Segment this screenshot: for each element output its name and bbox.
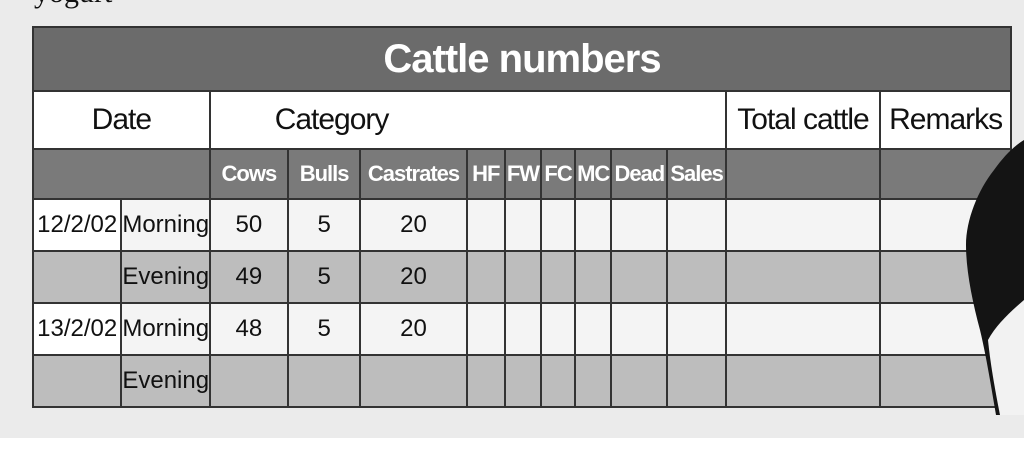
date-cell: 12/2/02 [31,198,123,252]
category-header: Category [208,90,727,150]
value-cell [539,354,577,408]
top-cropped-text: yogurt [34,0,112,8]
value-cell [465,250,506,304]
cattle-numbers-table: Cattle numbers Date Category Total cattl… [31,26,1012,408]
total-cell [724,302,882,356]
total-subheader-blank [724,148,882,200]
table-row: 13/2/02 Morning 48 5 20 [31,302,1012,356]
value-cell [465,198,506,252]
category-column-header: Bulls [286,148,362,200]
cow-photo [966,140,1024,415]
date-header: Date [32,90,211,150]
value-cell [574,250,613,304]
value-cell: 5 [286,198,362,252]
category-column-header: Castrates [359,148,468,200]
value-cell [610,198,669,252]
date-subheader-blank [32,148,211,200]
value-cell [574,302,613,356]
value-cell [503,354,542,408]
table-row: Evening 49 5 20 [31,250,1012,304]
value-cell [465,354,506,408]
value-cell: 20 [359,250,468,304]
category-column-header: FW [503,148,542,200]
value-cell [503,198,542,252]
date-cell [31,250,123,304]
category-column-header: FC [539,148,577,200]
value-cell [539,250,577,304]
total-cell [724,250,882,304]
value-cell [574,198,613,252]
value-cell [286,354,362,408]
category-column-header: Cows [208,148,290,200]
value-cell: 5 [286,302,362,356]
value-cell [208,354,290,408]
value-cell [610,302,669,356]
total-cattle-header: Total cattle [724,90,882,150]
value-cell [666,354,727,408]
category-column-header: Sales [666,148,727,200]
total-cell [724,198,882,252]
category-column-header: MC [574,148,613,200]
value-cell: 5 [286,250,362,304]
category-column-header: Dead [610,148,669,200]
time-cell: Evening [120,250,211,304]
time-cell: Morning [120,198,211,252]
value-cell: 20 [359,302,468,356]
time-cell: Morning [120,302,211,356]
value-cell [574,354,613,408]
date-cell [31,354,123,408]
value-cell: 49 [208,250,290,304]
category-column-header: HF [465,148,506,200]
value-cell: 20 [359,198,468,252]
value-cell [503,302,542,356]
table-row: Evening [31,354,1012,408]
value-cell: 48 [208,302,290,356]
value-cell [666,302,727,356]
value-cell [539,302,577,356]
value-cell [503,250,542,304]
value-cell [666,198,727,252]
value-cell [666,250,727,304]
time-cell: Evening [120,354,211,408]
value-cell: 50 [208,198,290,252]
value-cell [539,198,577,252]
table-title: Cattle numbers [32,26,1012,92]
value-cell [610,250,669,304]
value-cell [610,354,669,408]
total-cell [724,354,882,408]
date-cell: 13/2/02 [31,302,123,356]
table-row: 12/2/02 Morning 50 5 20 [31,198,1012,252]
value-cell [465,302,506,356]
value-cell [359,354,468,408]
